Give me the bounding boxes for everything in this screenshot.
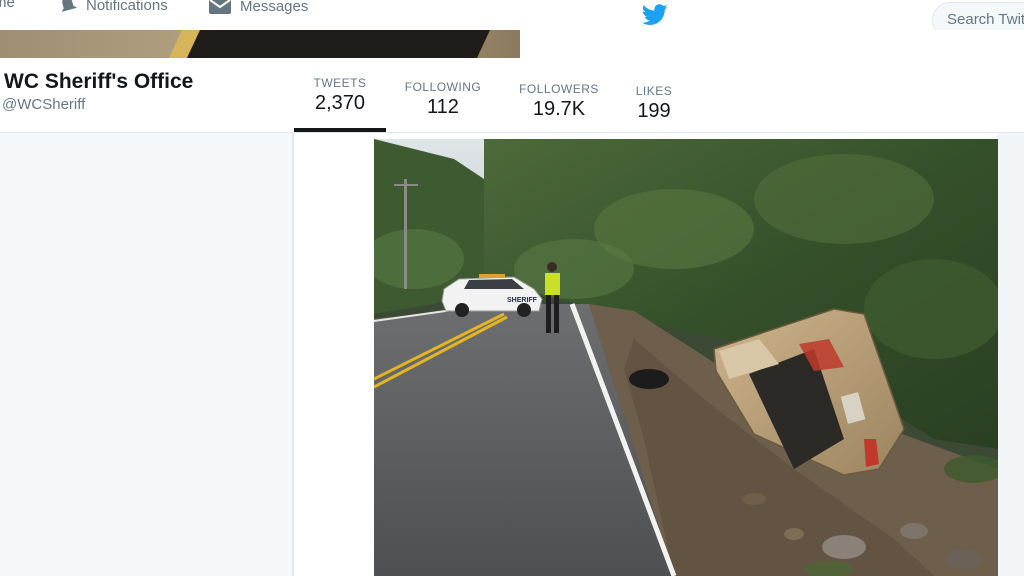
profile-handle[interactable]: @WCSheriff	[2, 96, 85, 113]
profile-banner	[0, 30, 1024, 60]
profile-name[interactable]: WC Sheriff's Office	[4, 70, 193, 94]
bell-icon	[58, 0, 78, 14]
stat-followers-value: 19.7K	[532, 98, 586, 120]
left-sidebar	[0, 133, 292, 576]
envelope-icon	[208, 0, 232, 16]
stat-following[interactable]: FOLLOWING 112	[402, 80, 484, 119]
stat-likes-value: 199	[637, 100, 671, 122]
nav-notifications-label: Notifications	[86, 0, 168, 14]
sheriff-car-text: SHERIFF	[507, 297, 538, 304]
nav-home-link[interactable]: me	[0, 0, 15, 11]
stat-tweets-value: 2,370	[314, 92, 366, 114]
nav-messages-label: Messages	[240, 0, 309, 15]
stat-following-label: FOLLOWING	[404, 80, 482, 94]
active-tab-indicator	[294, 128, 386, 132]
stat-followers-label: FOLLOWERS	[519, 82, 599, 96]
stat-likes[interactable]: LIKES 199	[630, 84, 678, 123]
stat-tweets-label: TWEETS	[313, 76, 367, 90]
stat-tweets[interactable]: TWEETS 2,370	[298, 76, 382, 115]
stat-likes-label: LIKES	[635, 84, 673, 98]
stat-followers[interactable]: FOLLOWERS 19.7K	[516, 82, 602, 121]
nav-notifications-link[interactable]: Notifications	[58, 0, 168, 14]
profile-nav-bar: WC Sheriff's Office @WCSheriff TWEETS 2,…	[0, 58, 1024, 133]
right-sidebar-edge	[998, 133, 1024, 576]
banner-dark-stripe	[186, 30, 490, 60]
twitter-bird-icon[interactable]	[641, 4, 668, 31]
stat-following-value: 112	[427, 96, 459, 118]
tweet-photo[interactable]: SHERIFF	[374, 139, 998, 576]
nav-messages-link[interactable]: Messages	[208, 0, 308, 16]
